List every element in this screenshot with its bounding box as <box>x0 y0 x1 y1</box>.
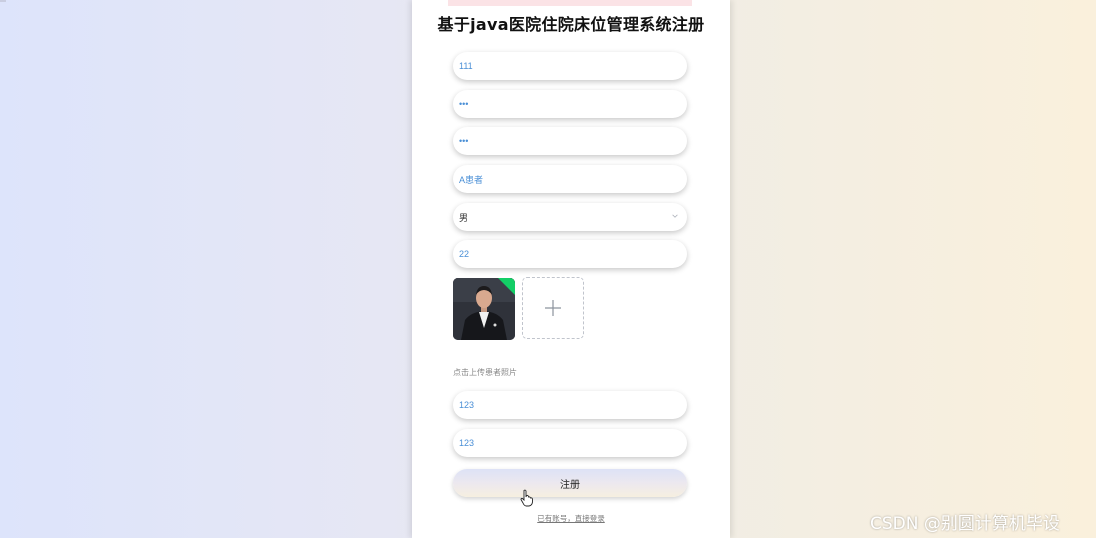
confirm-password-value: ••• <box>459 136 469 146</box>
register-button[interactable]: 注册 <box>453 469 687 497</box>
name-value: A患者 <box>459 174 484 185</box>
phone-field[interactable]: 123 <box>453 391 687 419</box>
gender-select[interactable]: 男 <box>453 203 687 231</box>
plus-icon <box>545 300 561 316</box>
username-field[interactable]: 111 <box>453 52 687 80</box>
panel-top-accent <box>448 0 692 6</box>
page-title: 基于java医院住院床位管理系统注册 <box>437 15 705 34</box>
confirm-password-field[interactable]: ••• <box>453 127 687 155</box>
csdn-watermark: CSDN @别圆计算机毕设 <box>870 514 1060 534</box>
login-link[interactable]: 已有账号，直接登录 <box>412 513 730 524</box>
phone-value: 123 <box>459 400 475 410</box>
top-edge-line <box>0 0 6 2</box>
age-value: 22 <box>459 249 470 259</box>
id-number-value: 123 <box>459 438 475 448</box>
password-value: ••• <box>459 99 469 109</box>
username-value: 111 <box>459 61 473 71</box>
chevron-down-icon <box>672 214 678 218</box>
password-field[interactable]: ••• <box>453 90 687 118</box>
register-panel: 基于java医院住院床位管理系统注册 111 ••• ••• A患者 男 22 <box>412 0 730 538</box>
age-field[interactable]: 22 <box>453 240 687 268</box>
patient-photo <box>453 278 515 340</box>
upload-photo-button[interactable] <box>522 277 584 339</box>
id-number-field[interactable]: 123 <box>453 429 687 457</box>
name-field[interactable]: A患者 <box>453 165 687 193</box>
patient-photo-thumbnail[interactable] <box>453 278 515 340</box>
gender-value: 男 <box>459 212 469 223</box>
hand-pointer-icon <box>520 489 533 507</box>
photo-upload-hint: 点击上传患者照片 <box>453 368 517 377</box>
